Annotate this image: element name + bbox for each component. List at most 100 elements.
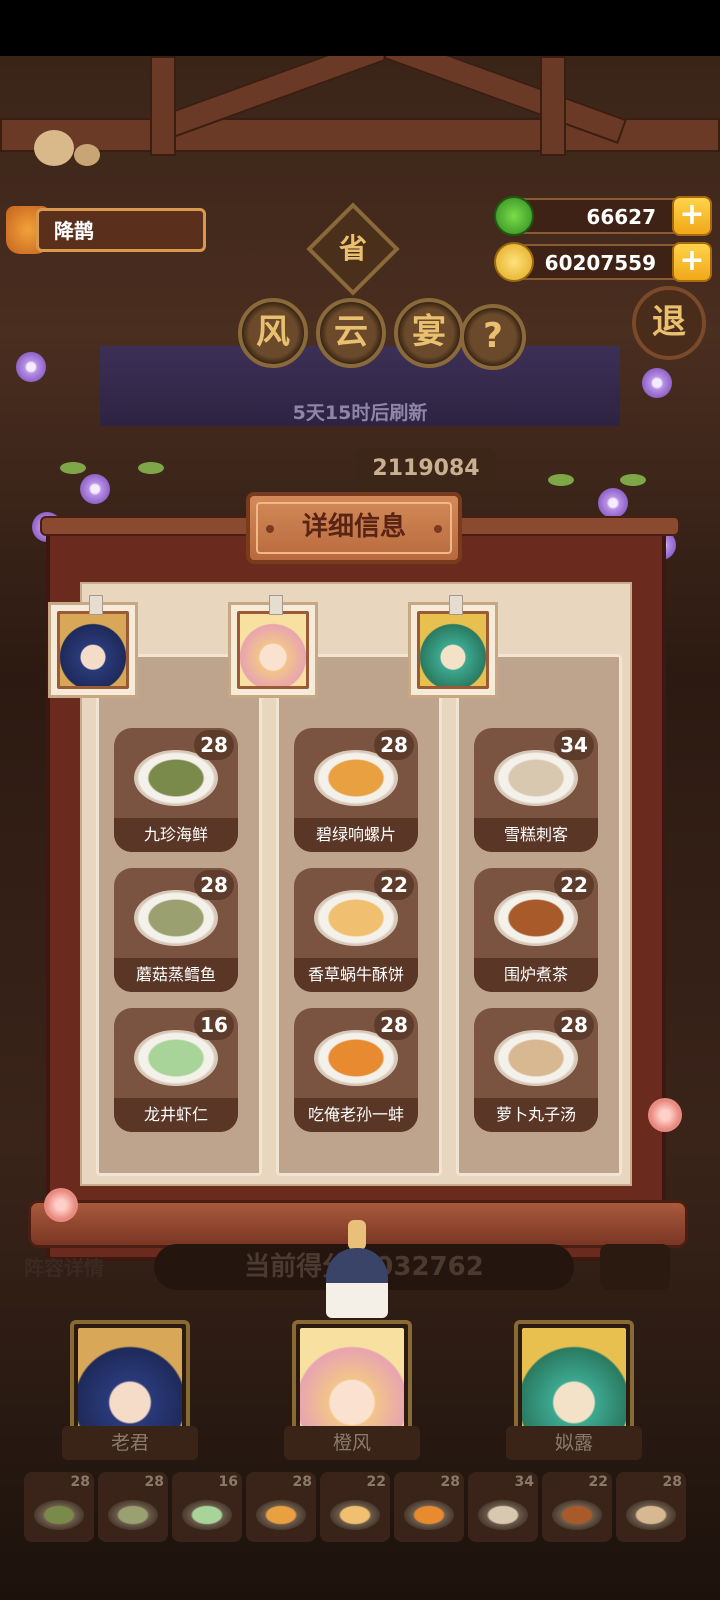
- dish-card[interactable]: 34 雪糕刺客: [474, 728, 598, 852]
- add-jade-button[interactable]: +: [672, 196, 712, 236]
- top-score: 2119084: [356, 448, 496, 490]
- dish-level: 28: [194, 870, 234, 900]
- dish-level: 28: [194, 730, 234, 760]
- dish-level: 28: [554, 1010, 594, 1040]
- dish-slot[interactable]: 28: [394, 1472, 464, 1542]
- jade-icon: [494, 196, 534, 236]
- refresh-countdown: 5天15时后刷新: [292, 402, 428, 424]
- lineup-details-label[interactable]: 阵容详情: [24, 1252, 104, 1281]
- character-portrait-image: [57, 611, 129, 689]
- clip-icon: [89, 595, 103, 615]
- character-portrait: [228, 595, 318, 698]
- dish-level: 28: [374, 730, 414, 760]
- slot-level: 16: [218, 1474, 238, 1490]
- dish-card[interactable]: 28 碧绿响螺片: [294, 728, 418, 852]
- slot-dish-image: [34, 1500, 84, 1530]
- modal-title-text: 详细信息: [301, 512, 406, 542]
- slot-level: 34: [514, 1474, 534, 1490]
- dish-name: 香草蜗牛酥饼: [294, 958, 418, 992]
- dish-level: 34: [554, 730, 594, 760]
- dish-name: 九珍海鲜: [114, 818, 238, 852]
- character-portrait-image: [237, 611, 309, 689]
- player-badge[interactable]: 降鹊: [6, 206, 206, 254]
- clip-icon: [269, 595, 283, 615]
- slot-dish-image: [404, 1500, 454, 1530]
- dish-slot[interactable]: 22: [320, 1472, 390, 1542]
- title-char-yun: 云: [316, 298, 386, 368]
- flower-decoration: [642, 368, 672, 398]
- slot-dish-image: [182, 1500, 232, 1530]
- dish-card[interactable]: 16 龙井虾仁: [114, 1008, 238, 1132]
- roof-post: [150, 56, 176, 156]
- dish-level: 16: [194, 1010, 234, 1040]
- slot-level: 28: [440, 1474, 460, 1490]
- jade-counter: 66627 +: [494, 196, 712, 236]
- slot-level: 22: [366, 1474, 386, 1490]
- dish-name: 吃俺老孙一蚌: [294, 1098, 418, 1132]
- dish-slot[interactable]: 34: [468, 1472, 538, 1542]
- slot-dish-image: [626, 1500, 676, 1530]
- dish-slot[interactable]: 16: [172, 1472, 242, 1542]
- player-name: 降鹊: [54, 219, 94, 243]
- slot-level: 28: [662, 1474, 682, 1490]
- dish-card[interactable]: 22 香草蜗牛酥饼: [294, 868, 418, 992]
- coin-counter: 60207559 +: [494, 242, 712, 282]
- slot-dish-image: [108, 1500, 158, 1530]
- leaf-decoration: [138, 462, 164, 474]
- clip-icon: [449, 595, 463, 615]
- dish-name: 蘑菇蒸鳕鱼: [114, 958, 238, 992]
- slot-dish-image: [552, 1500, 602, 1530]
- dish-card[interactable]: 28 九珍海鲜: [114, 728, 238, 852]
- dish-slot[interactable]: 28: [246, 1472, 316, 1542]
- flower-decoration: [16, 352, 46, 382]
- coin-value: 60207559: [544, 251, 656, 275]
- slot-level: 22: [588, 1474, 608, 1490]
- tassel-decoration: [322, 1220, 392, 1326]
- lineup-action-button[interactable]: [600, 1244, 670, 1290]
- dish-name: 雪糕刺客: [474, 818, 598, 852]
- slot-level: 28: [70, 1474, 90, 1490]
- dish-slot[interactable]: 28: [98, 1472, 168, 1542]
- detail-modal-title: 详细信息: [246, 492, 462, 564]
- dish-card[interactable]: 28 吃俺老孙一蚌: [294, 1008, 418, 1132]
- flower-decoration: [598, 488, 628, 518]
- status-bar: [0, 0, 720, 56]
- blossom-decoration: [648, 1098, 682, 1132]
- dish-slot[interactable]: 28: [24, 1472, 94, 1542]
- leaf-decoration: [548, 474, 574, 486]
- dish-name: 萝卜丸子汤: [474, 1098, 598, 1132]
- flower-decoration: [80, 474, 110, 504]
- chick-decoration: [74, 144, 100, 166]
- slot-level: 28: [144, 1474, 164, 1490]
- dish-name: 龙井虾仁: [114, 1098, 238, 1132]
- blossom-decoration: [44, 1188, 78, 1222]
- tassel-body: [326, 1248, 388, 1318]
- add-coins-button[interactable]: +: [672, 242, 712, 282]
- dish-level: 22: [554, 870, 594, 900]
- dish-name: 围炉煮茶: [474, 958, 598, 992]
- dish-card[interactable]: 28 蘑菇蒸鳕鱼: [114, 868, 238, 992]
- character-portrait: [408, 595, 498, 698]
- character-portrait: [48, 595, 138, 698]
- slot-dish-image: [256, 1500, 306, 1530]
- lineup-character-name: 橙风: [284, 1426, 420, 1460]
- slot-level: 28: [292, 1474, 312, 1490]
- dish-card[interactable]: 22 围炉煮茶: [474, 868, 598, 992]
- exit-button[interactable]: 退: [632, 286, 706, 360]
- dish-name: 碧绿响螺片: [294, 818, 418, 852]
- chick-decoration: [34, 130, 74, 166]
- leaf-decoration: [620, 474, 646, 486]
- character-portrait-image: [417, 611, 489, 689]
- title-char-yan: 宴: [394, 298, 464, 368]
- slot-dish-image: [478, 1500, 528, 1530]
- province-label: 省: [338, 232, 367, 265]
- dish-slot[interactable]: 28: [616, 1472, 686, 1542]
- lineup-character-name: 老君: [62, 1426, 198, 1460]
- tassel-knot: [348, 1220, 366, 1250]
- help-button[interactable]: ?: [460, 304, 526, 370]
- dish-slot[interactable]: 22: [542, 1472, 612, 1542]
- roof-post: [540, 56, 566, 156]
- dish-level: 28: [374, 1010, 414, 1040]
- dish-card[interactable]: 28 萝卜丸子汤: [474, 1008, 598, 1132]
- lineup-character-name: 姒露: [506, 1426, 642, 1460]
